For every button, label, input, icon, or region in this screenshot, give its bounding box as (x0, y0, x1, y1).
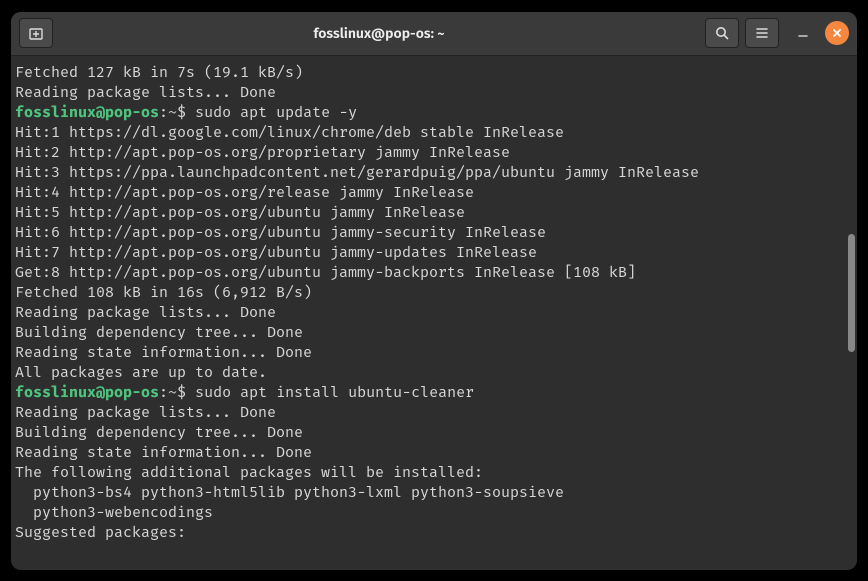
titlebar: fosslinux@pop-os: ~ (11, 12, 857, 56)
terminal-area[interactable]: Fetched 127 kB in 7s (19.1 kB/s)Reading … (11, 56, 857, 570)
terminal-line: Building dependency tree... Done (15, 322, 853, 342)
prompt-path: ~ (168, 383, 177, 401)
terminal-line: Hit:5 http://apt.pop-os.org/ubuntu jammy… (15, 202, 853, 222)
terminal-line: Hit:1 https://dl.google.com/linux/chrome… (15, 122, 853, 142)
scrollbar-thumb[interactable] (848, 234, 855, 352)
terminal-line: Hit:6 http://apt.pop-os.org/ubuntu jammy… (15, 222, 853, 242)
terminal-line: fosslinux@pop-os:~$ sudo apt install ubu… (15, 382, 853, 402)
prompt-path: ~ (168, 103, 177, 121)
terminal-window: fosslinux@pop-os: ~ (11, 12, 857, 570)
prompt-dollar: $ (177, 383, 195, 401)
terminal-line: Building dependency tree... Done (15, 422, 853, 442)
terminal-line: Reading state information... Done (15, 342, 853, 362)
terminal-line: All packages are up to date. (15, 362, 853, 382)
prompt-separator: : (159, 383, 168, 401)
window-title: fosslinux@pop-os: ~ (59, 25, 699, 42)
new-tab-button[interactable] (19, 18, 53, 48)
terminal-line: Hit:4 http://apt.pop-os.org/release jamm… (15, 182, 853, 202)
terminal-line: python3-bs4 python3-html5lib python3-lxm… (15, 482, 853, 502)
command-text: sudo apt update -y (195, 103, 357, 121)
search-icon (714, 25, 730, 41)
close-icon (831, 27, 843, 39)
hamburger-icon (754, 25, 770, 41)
terminal-content: Fetched 127 kB in 7s (19.1 kB/s)Reading … (15, 62, 853, 542)
terminal-line: Fetched 127 kB in 7s (19.1 kB/s) (15, 62, 853, 82)
search-button[interactable] (705, 18, 739, 48)
minimize-icon (797, 27, 809, 39)
prompt-dollar: $ (177, 103, 195, 121)
terminal-line: Suggested packages: (15, 522, 853, 542)
minimize-button[interactable] (791, 21, 815, 45)
prompt-user-host: fosslinux@pop-os (15, 383, 159, 401)
terminal-line: Reading package lists... Done (15, 82, 853, 102)
prompt-user-host: fosslinux@pop-os (15, 103, 159, 121)
terminal-line: Get:8 http://apt.pop-os.org/ubuntu jammy… (15, 262, 853, 282)
close-button[interactable] (825, 21, 849, 45)
command-text: sudo apt install ubuntu-cleaner (195, 383, 474, 401)
terminal-line: fosslinux@pop-os:~$ sudo apt update -y (15, 102, 853, 122)
terminal-line: python3-webencodings (15, 502, 853, 522)
terminal-line: Reading state information... Done (15, 442, 853, 462)
prompt-separator: : (159, 103, 168, 121)
new-tab-icon (28, 25, 44, 41)
terminal-line: Hit:3 https://ppa.launchpadcontent.net/g… (15, 162, 853, 182)
terminal-line: Fetched 108 kB in 16s (6,912 B/s) (15, 282, 853, 302)
terminal-line: Hit:2 http://apt.pop-os.org/proprietary … (15, 142, 853, 162)
terminal-line: Hit:7 http://apt.pop-os.org/ubuntu jammy… (15, 242, 853, 262)
menu-button[interactable] (745, 18, 779, 48)
terminal-line: Reading package lists... Done (15, 402, 853, 422)
terminal-line: Reading package lists... Done (15, 302, 853, 322)
terminal-line: The following additional packages will b… (15, 462, 853, 482)
window-controls (791, 21, 849, 45)
